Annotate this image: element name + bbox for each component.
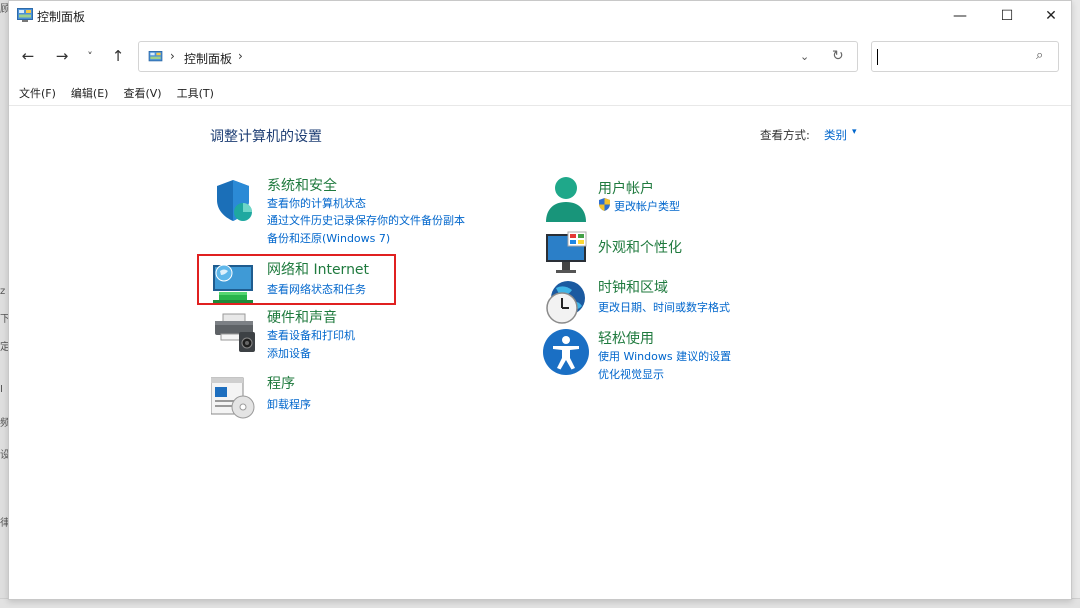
- link-devices-printers[interactable]: 查看设备和打印机: [267, 327, 355, 343]
- title-bar[interactable]: 控制面板 — ☐ ✕: [9, 1, 1071, 31]
- recent-locations-chevron-icon[interactable]: ˅: [79, 47, 101, 65]
- text-cursor: [877, 49, 878, 65]
- forward-arrow-icon[interactable]: →: [51, 47, 73, 65]
- category-title[interactable]: 用户帐户: [598, 178, 654, 198]
- page-title: 调整计算机的设置: [210, 129, 322, 145]
- window-title: 控制面板: [37, 10, 86, 24]
- link-change-account-type[interactable]: 更改帐户类型: [614, 198, 680, 214]
- control-panel-icon: [148, 51, 163, 62]
- refresh-icon[interactable]: ↻: [832, 48, 844, 64]
- navigation-bar: ← → ˅ ↑ › 控制面板 › ⌄ ↻ ⌕: [9, 39, 1071, 73]
- menu-view[interactable]: 查看(V): [123, 85, 161, 105]
- category-title[interactable]: 程序: [267, 373, 295, 393]
- category-title[interactable]: 时钟和区域: [598, 277, 668, 297]
- link-optimize-visual-display[interactable]: 优化视觉显示: [598, 366, 664, 382]
- breadcrumb-chevron-icon[interactable]: ›: [170, 49, 175, 63]
- link-file-history[interactable]: 通过文件历史记录保存你的文件备份副本: [267, 212, 465, 228]
- link-uninstall-program[interactable]: 卸载程序: [267, 396, 311, 412]
- address-bar[interactable]: › 控制面板 › ⌄ ↻: [138, 41, 858, 72]
- category-title[interactable]: 轻松使用: [598, 328, 654, 348]
- breadcrumb-control-panel[interactable]: 控制面板: [184, 50, 232, 67]
- background-fragment: I: [0, 384, 3, 395]
- link-windows-recommended-settings[interactable]: 使用 Windows 建议的设置: [598, 348, 731, 364]
- dropdown-caret-icon[interactable]: ▾: [852, 127, 857, 137]
- control-panel-window: 控制面板 — ☐ ✕ ← → ˅ ↑ › 控制面板 › ⌄ ↻ ⌕ 文件(F): [8, 0, 1072, 600]
- link-view-computer-status[interactable]: 查看你的计算机状态: [267, 195, 366, 211]
- search-icon[interactable]: ⌕: [1036, 48, 1043, 63]
- background-fragment: z: [0, 286, 6, 297]
- menu-edit[interactable]: 编辑(E): [71, 85, 109, 105]
- control-panel-icon: [17, 8, 33, 22]
- user-icon[interactable]: [542, 176, 590, 224]
- link-add-device[interactable]: 添加设备: [267, 345, 311, 361]
- link-change-date-time-format[interactable]: 更改日期、时间或数字格式: [598, 299, 730, 315]
- maximize-button[interactable]: ☐: [984, 1, 1030, 31]
- category-title[interactable]: 外观和个性化: [598, 237, 682, 257]
- category-title[interactable]: 硬件和声音: [267, 307, 337, 327]
- uac-shield-icon: [599, 198, 610, 211]
- shield-icon[interactable]: [211, 176, 259, 224]
- menu-file[interactable]: 文件(F): [19, 85, 56, 105]
- printer-speaker-icon[interactable]: [211, 308, 259, 356]
- view-by-category-dropdown[interactable]: 类别: [824, 127, 847, 143]
- monitor-icon[interactable]: [542, 230, 590, 278]
- link-backup-restore[interactable]: 备份和还原(Windows 7): [267, 230, 390, 246]
- minimize-button[interactable]: —: [937, 1, 983, 31]
- view-by-label: 查看方式:: [760, 128, 810, 142]
- up-arrow-icon[interactable]: ↑: [107, 47, 129, 65]
- category-title[interactable]: 系统和安全: [267, 175, 337, 195]
- address-dropdown-icon[interactable]: ⌄: [800, 50, 809, 63]
- menu-bar: 文件(F) 编辑(E) 查看(V) 工具(T): [9, 85, 1071, 105]
- highlight-box: [197, 254, 396, 305]
- search-input[interactable]: ⌕: [871, 41, 1059, 72]
- clock-globe-icon[interactable]: [542, 278, 590, 326]
- back-arrow-icon[interactable]: ←: [17, 47, 39, 65]
- breadcrumb-chevron-icon[interactable]: ›: [238, 49, 243, 63]
- menu-tools[interactable]: 工具(T): [177, 85, 214, 105]
- control-panel-content: 调整计算机的设置 查看方式: 类别 ▾ 系统和安全 查看你的计算机状态 通过文件…: [9, 105, 1071, 601]
- close-button[interactable]: ✕: [1028, 1, 1074, 31]
- programs-disc-icon[interactable]: [211, 374, 259, 422]
- accessibility-icon[interactable]: [542, 328, 590, 376]
